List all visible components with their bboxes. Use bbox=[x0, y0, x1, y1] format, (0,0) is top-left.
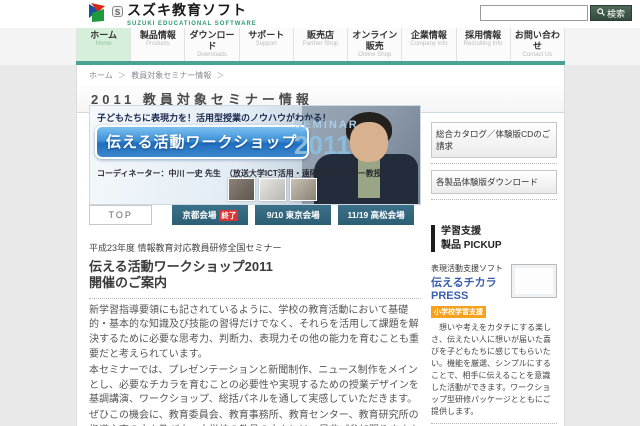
product-category: 表現活動支援ソフト bbox=[431, 264, 503, 274]
breadcrumb: ホーム ＞ 教員対象セミナー情報 ＞ bbox=[77, 65, 564, 81]
banner-thumbnail bbox=[228, 178, 255, 202]
search-button-label: 検索 bbox=[606, 8, 625, 19]
seminar-heading-line1: 伝える活動ワークショップ2011 bbox=[89, 259, 273, 275]
breadcrumb-home-link[interactable]: ホーム bbox=[89, 71, 113, 80]
pickup-heading: 学習支援 製品 PICKUP bbox=[431, 225, 557, 253]
dotted-divider bbox=[431, 163, 557, 165]
seminar-banner: 子どもたちに表現力を！活用型授業のノウハウがわかる！ 伝える活動ワークショップ … bbox=[89, 105, 421, 206]
tab-kyoto[interactable]: 京都会場 終了 bbox=[172, 205, 249, 226]
intro-paragraph-1: 新学習指導要領にも記されているように、学校の教育活動において基礎的・基本的な知識… bbox=[89, 304, 419, 361]
logo-subtitle: SUZUKI EDUCATIONAL SOFTWARE bbox=[127, 21, 257, 27]
tab-top[interactable]: TOP bbox=[89, 205, 153, 226]
dotted-divider bbox=[431, 199, 557, 201]
pickup-heading-line1: 学習支援 bbox=[441, 226, 481, 238]
seminar-subtitle: 平成23年度 情報教育対応教員研修全国セミナー bbox=[89, 243, 282, 254]
pickup-heading-line2: 製品 PICKUP bbox=[441, 239, 502, 251]
nav-item-company-info[interactable]: 企業情報 Company Info bbox=[401, 28, 455, 62]
nav-item-downloads[interactable]: ダウンロード Downloads bbox=[184, 28, 238, 62]
tab-tokyo[interactable]: 9/10 東京会場 bbox=[255, 205, 332, 226]
intro-paragraph-3: ぜひこの機会に、教育委員会、教育事務所、教育センター、教育研究所の指導主事の方々… bbox=[89, 410, 419, 426]
venue-tabs: TOP 京都会場 終了 9/10 東京会場 11/19 高松会場 bbox=[89, 205, 421, 226]
intro-paragraph-2: 本セミナーでは、プレゼンテーションと新聞制作、ニュース制作をメインとし、必要なチ… bbox=[89, 364, 419, 406]
nav-item-support[interactable]: サポート Support bbox=[238, 28, 293, 62]
banner-thumbnails bbox=[228, 178, 317, 202]
sidebar: 総合カタログ／体験版CDのご請求 各製品体験版ダウンロード 学習支援 製品 PI… bbox=[431, 122, 557, 426]
search-icon bbox=[597, 8, 605, 18]
logo-cube-icon bbox=[88, 3, 108, 23]
nav-item-online-shop[interactable]: オンライン販売 Online Shop bbox=[347, 28, 401, 62]
banner-thumbnail bbox=[290, 178, 317, 202]
seminar-year: 2011 bbox=[294, 130, 351, 161]
ended-badge: 終了 bbox=[219, 209, 239, 221]
breadcrumb-current: 教員対象セミナー情報 bbox=[131, 71, 212, 81]
nav-item-contact[interactable]: お問い合わせ Contact Us bbox=[509, 28, 565, 62]
site-logo[interactable]: S スズキ教育ソフト SUZUKI EDUCATIONAL SOFTWARE bbox=[88, 3, 257, 27]
site-header: S スズキ教育ソフト SUZUKI EDUCATIONAL SOFTWARE 検… bbox=[0, 0, 640, 28]
global-nav: ホーム Home 製品情報 Products ダウンロード Downloads … bbox=[76, 28, 565, 66]
dotted-divider bbox=[89, 297, 421, 299]
seminar-heading-line2: 開催のご案内 bbox=[89, 275, 168, 291]
banner-seminar-year: SEMINAR 2011 bbox=[294, 120, 359, 161]
product-description: 想いや考えをカタチにする楽しさ、伝えたい人に想いが届いた喜びを子どもたちに感じて… bbox=[431, 322, 552, 416]
nav-item-products[interactable]: 製品情報 Products bbox=[130, 28, 184, 62]
banner-title-badge: 伝える活動ワークショップ bbox=[95, 125, 309, 160]
site-search: 検索 bbox=[479, 5, 632, 21]
nav-item-partner-shop[interactable]: 販売店 Partner Shop bbox=[292, 28, 347, 62]
main-column: 子どもたちに表現力を！活用型授業のノウハウがわかる！ 伝える活動ワークショップ … bbox=[89, 105, 421, 426]
search-button[interactable]: 検索 bbox=[589, 5, 632, 21]
global-nav-strip: ホーム Home 製品情報 Products ダウンロード Downloads … bbox=[0, 28, 640, 66]
breadcrumb-separator: ＞ bbox=[118, 71, 126, 81]
tab-takamatsu[interactable]: 11/19 高松会場 bbox=[338, 205, 414, 226]
breadcrumb-separator: ＞ bbox=[216, 71, 225, 81]
product-thumbnail-press[interactable] bbox=[511, 264, 557, 299]
nav-item-recruiting[interactable]: 採用情報 Recruiting Info bbox=[455, 28, 510, 62]
pickup-product-press: 表現活動支援ソフト 伝えるチカラ PRESS 小学校学習支援 想いや考えをカタチ… bbox=[431, 264, 557, 418]
product-link-press[interactable]: 伝えるチカラ PRESS bbox=[431, 277, 511, 303]
trial-download-button[interactable]: 各製品体験版ダウンロード bbox=[431, 170, 557, 195]
logo-title: スズキ教育ソフト bbox=[127, 2, 247, 18]
catalog-request-button[interactable]: 総合カタログ／体験版CDのご請求 bbox=[431, 122, 557, 159]
seminar-heading: 伝える活動ワークショップ2011 開催のご案内 bbox=[89, 259, 421, 292]
banner-thumbnail bbox=[259, 178, 286, 202]
search-input[interactable] bbox=[479, 5, 588, 21]
nav-item-home[interactable]: ホーム Home bbox=[76, 28, 131, 62]
product-badge: 小学校学習支援 bbox=[431, 305, 486, 318]
page-content: ホーム ＞ 教員対象セミナー情報 ＞ 2011 教員対象セミナー情報 子どもたち… bbox=[76, 65, 565, 426]
logo-s-badge: S bbox=[112, 6, 123, 17]
dotted-divider bbox=[431, 422, 557, 424]
